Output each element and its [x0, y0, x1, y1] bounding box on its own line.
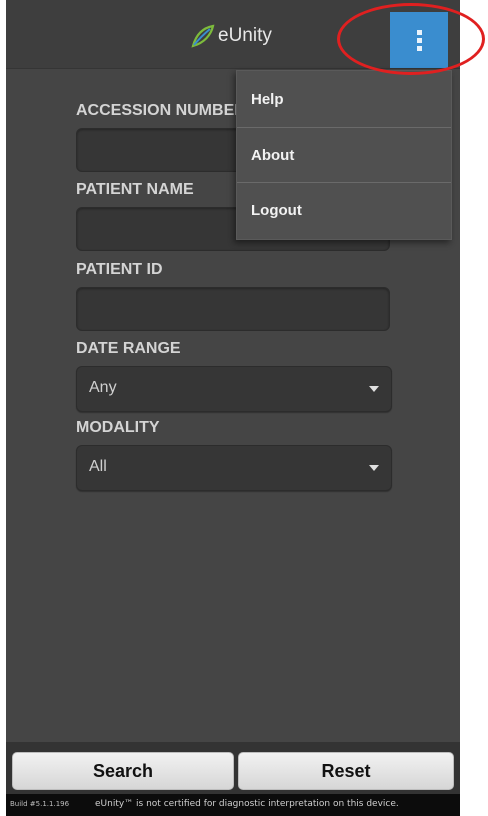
- date-range-value: Any: [89, 379, 117, 396]
- menu-item-label: Logout: [251, 202, 302, 219]
- action-bar: Search Reset: [6, 742, 460, 794]
- overflow-menu-popup: Help About Logout: [236, 70, 452, 240]
- eunity-leaf-icon: [191, 24, 215, 48]
- app-logo: eUnity: [190, 22, 272, 50]
- modality-select[interactable]: All: [76, 445, 392, 491]
- menu-item-logout[interactable]: Logout: [237, 182, 451, 237]
- dropdown-caret-icon: [369, 465, 379, 471]
- menu-item-label: About: [251, 147, 295, 164]
- accession-number-label: ACCESSION NUMBER: [76, 102, 246, 119]
- menu-item-help[interactable]: Help: [237, 71, 451, 126]
- disclaimer-text: eUnity™ is not certified for diagnostic …: [95, 799, 399, 809]
- patient-id-label: PATIENT ID: [76, 261, 163, 278]
- search-button[interactable]: Search: [12, 752, 234, 790]
- modality-value: All: [89, 458, 107, 475]
- patient-name-label: PATIENT NAME: [76, 181, 194, 198]
- dropdown-caret-icon: [369, 386, 379, 392]
- overflow-menu-icon-dot: [416, 45, 422, 51]
- reset-button[interactable]: Reset: [238, 752, 454, 790]
- top-app-bar: eUnity: [6, 0, 460, 69]
- menu-item-label: Help: [251, 91, 284, 108]
- app-screen: eUnity ACCESSION NUMBER PATIENT NAME PAT…: [6, 0, 460, 816]
- date-range-select[interactable]: Any: [76, 366, 392, 412]
- overflow-menu-button[interactable]: [390, 12, 448, 68]
- date-range-label: DATE RANGE: [76, 340, 181, 357]
- modality-label: MODALITY: [76, 419, 160, 436]
- menu-item-about[interactable]: About: [237, 127, 451, 182]
- overflow-menu-icon: [416, 29, 422, 35]
- app-name: eUnity: [218, 25, 272, 46]
- overflow-menu-icon-dot: [416, 37, 422, 43]
- patient-id-field[interactable]: [76, 287, 390, 331]
- footer-bar: Build #5.1.1.196 eUnity™ is not certifie…: [6, 794, 460, 816]
- build-number: Build #5.1.1.196: [10, 800, 70, 808]
